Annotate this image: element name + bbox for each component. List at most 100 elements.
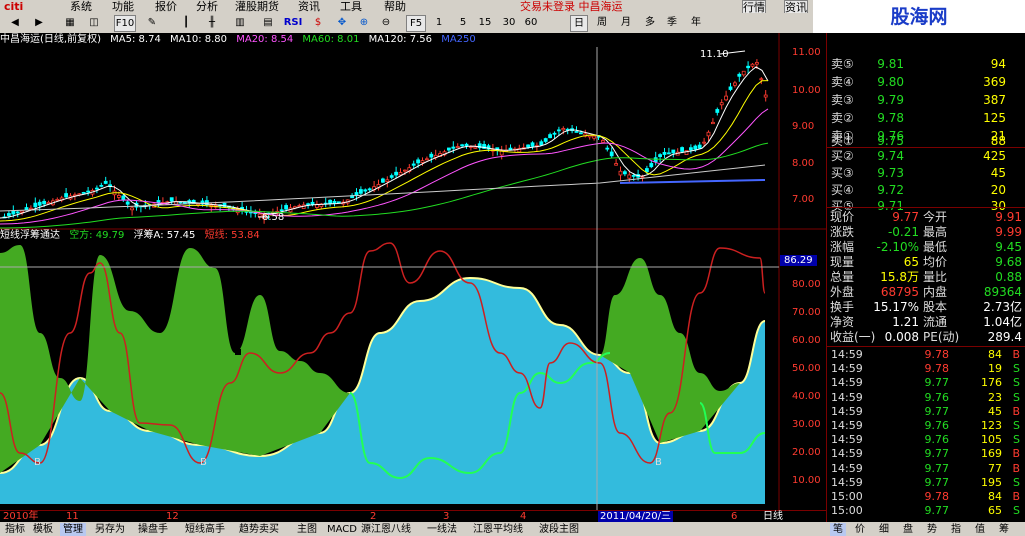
chart-icon[interactable]: ◫	[84, 15, 104, 30]
tab-plate[interactable]: 盘	[900, 523, 916, 536]
period-15[interactable]: 15	[476, 15, 494, 30]
zoom-out-icon[interactable]: ⊖	[376, 15, 396, 30]
tab-manage[interactable]: 管理	[60, 523, 86, 536]
tab-trend[interactable]: 趋势卖买	[236, 523, 282, 536]
forward-icon[interactable]: ▶	[28, 15, 50, 30]
tick-row[interactable]: 14:59 9.77 169 B	[827, 447, 1025, 461]
candle-icon[interactable]: ┃	[176, 15, 196, 30]
candle-body	[746, 65, 750, 69]
ma20-label: MA20: 8.54	[236, 34, 294, 45]
candle-body	[618, 170, 623, 176]
menu-item[interactable]: 灌股期货	[235, 0, 279, 13]
candle-body	[257, 213, 262, 217]
period-multi[interactable]: 多	[642, 15, 658, 30]
sell-3-row[interactable]: 卖③ 9.79 387	[827, 91, 1025, 109]
candle-body	[464, 143, 469, 147]
period-year[interactable]: 年	[688, 15, 704, 30]
tick-row[interactable]: 14:59 9.77 77 B	[827, 462, 1025, 476]
candle-body	[125, 201, 130, 205]
tab-wave[interactable]: 波段主图	[536, 523, 582, 536]
indicator-axis-label: 50.00	[792, 363, 821, 374]
indicator-axis-label: 60.00	[792, 335, 821, 346]
grid-icon[interactable]: ▦	[60, 15, 80, 30]
menu-item[interactable]: 工具	[340, 0, 362, 13]
tab-gann-avg[interactable]: 江恩平均线	[470, 523, 526, 536]
tab-save-as[interactable]: 另存为	[92, 523, 128, 536]
tab-trend2[interactable]: 势	[924, 523, 940, 536]
tick-row[interactable]: 14:59 9.77 176 S	[827, 376, 1025, 390]
tick-row[interactable]: 14:59 9.76 123 S	[827, 419, 1025, 433]
period-60[interactable]: 60	[522, 15, 540, 30]
tab-main[interactable]: 主图	[294, 523, 320, 536]
menu-item[interactable]: 功能	[112, 0, 134, 13]
tick-row[interactable]: 14:59 9.78 19 S	[827, 362, 1025, 376]
candle-body	[385, 179, 390, 183]
period-5[interactable]: 5	[456, 15, 470, 30]
period-day[interactable]: 日	[570, 15, 588, 32]
zoom-in-icon[interactable]: ⊕	[354, 15, 374, 30]
tab-chips[interactable]: 筹	[996, 523, 1012, 536]
indicator-axis-label: 10.00	[792, 475, 821, 486]
tab-value[interactable]: 值	[972, 523, 988, 536]
menu-item[interactable]: 报价	[155, 0, 177, 13]
period-label: 日线	[763, 511, 783, 522]
tick-row[interactable]: 14:59 9.77 45 B	[827, 405, 1025, 419]
tab-indicator[interactable]: 指标	[2, 523, 28, 536]
move-icon[interactable]: ✥	[332, 15, 352, 30]
sell-4-row[interactable]: 卖④ 9.80 369	[827, 73, 1025, 91]
menu-item[interactable]: 帮助	[384, 0, 406, 13]
back-icon[interactable]: ◀	[4, 15, 26, 30]
sell-5-row[interactable]: 卖⑤ 9.81 94	[827, 55, 1025, 73]
tick-row[interactable]: 14:59 9.76 23 S	[827, 391, 1025, 405]
candle-body	[37, 201, 42, 206]
period-f5[interactable]: F5	[406, 15, 426, 32]
tab-ticks[interactable]: 笔	[830, 523, 846, 536]
f10-icon[interactable]: F10	[114, 15, 136, 32]
tab-gann8[interactable]: 源江恩八线	[358, 523, 414, 536]
tab-price[interactable]: 价	[852, 523, 868, 536]
tick-row[interactable]: 14:59 9.77 195 S	[827, 476, 1025, 490]
candle-body	[579, 132, 583, 135]
tab-macd[interactable]: MACD	[324, 523, 360, 536]
menu-item[interactable]: 分析	[196, 0, 218, 13]
candle-body	[81, 192, 86, 194]
indicator-axis-label: 40.00	[792, 391, 821, 402]
tab-detail[interactable]: 细	[876, 523, 892, 536]
menu-item[interactable]: 资讯	[298, 0, 320, 13]
period-week[interactable]: 周	[594, 15, 610, 30]
candle-body	[592, 135, 596, 139]
rsi-button[interactable]: RSI	[282, 15, 304, 30]
candle-body	[689, 147, 693, 151]
tick-row[interactable]: 15:00 9.77 65 S	[827, 504, 1025, 518]
menu-item[interactable]: 系统	[70, 0, 92, 13]
period-month[interactable]: 月	[618, 15, 634, 30]
sell-2-row[interactable]: 卖② 9.78 125	[827, 109, 1025, 127]
tick-row[interactable]: 14:59 9.76 105 S	[827, 433, 1025, 447]
tab-index[interactable]: 指	[948, 523, 964, 536]
period-30[interactable]: 30	[500, 15, 518, 30]
bar-icon[interactable]: ▥	[230, 15, 250, 30]
candle-body	[33, 202, 38, 208]
pen-icon[interactable]: ✎	[142, 15, 162, 30]
buy-2-row[interactable]: 买② 9.74 425	[827, 147, 1025, 165]
tab-short-master[interactable]: 短线高手	[182, 523, 228, 536]
chart-area[interactable]	[0, 33, 826, 510]
buy-3-row[interactable]: 买③ 9.73 45	[827, 164, 1025, 182]
tab-trader[interactable]: 操盘手	[135, 523, 171, 536]
candle-body	[763, 94, 768, 98]
stack-icon[interactable]: ▤	[258, 15, 278, 30]
tab-template[interactable]: 模板	[30, 523, 56, 536]
tick-list[interactable]: 14:59 9.78 84 B 14:59 9.78 19 S 14:59 9.77 176 S 14:…	[827, 346, 1025, 521]
tick-row[interactable]: 14:59 9.78 84 B	[827, 348, 1025, 362]
dollar-icon[interactable]: $	[308, 15, 328, 30]
kline-icon[interactable]: ╫	[202, 15, 222, 30]
tab-oneline[interactable]: 一线法	[424, 523, 460, 536]
period-season[interactable]: 季	[664, 15, 680, 30]
candle-body	[394, 171, 399, 176]
candle-body	[557, 129, 561, 132]
period-1[interactable]: 1	[432, 15, 446, 30]
indicator-fuchou: 浮筹A: 57.45	[133, 230, 196, 241]
tick-row[interactable]: 15:00 9.78 84 B	[827, 490, 1025, 504]
candle-body	[733, 82, 737, 86]
candle-body	[530, 142, 535, 147]
